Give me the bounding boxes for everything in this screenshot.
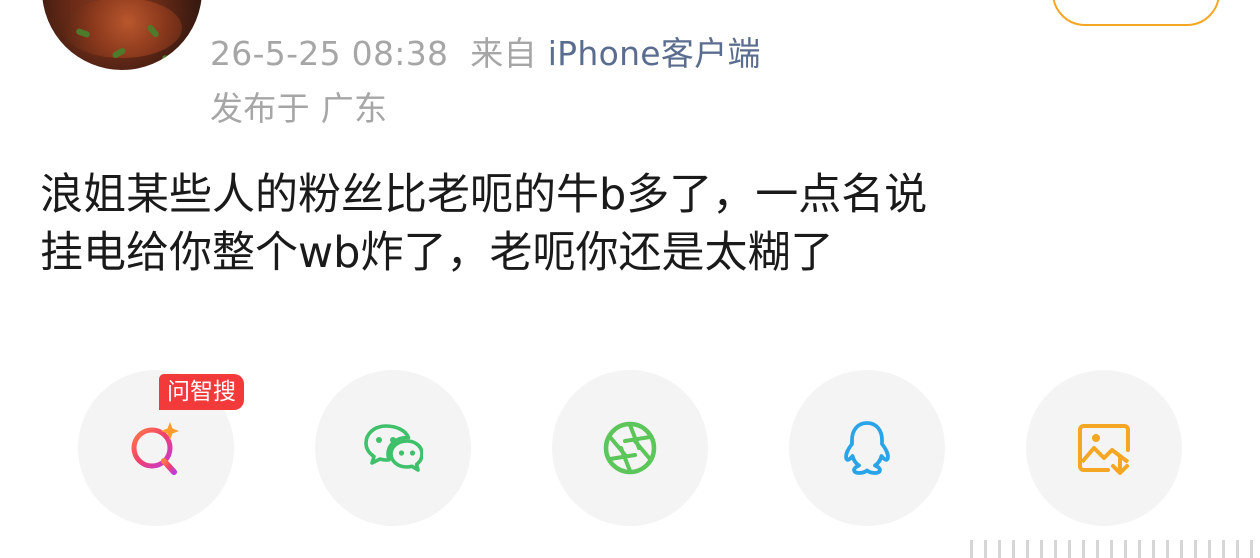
post-time: 26-5-25 08:38 — [210, 34, 449, 73]
scroll-indicator — [970, 540, 1260, 558]
post-source-prefix: 来自 — [470, 34, 537, 73]
wechat-icon — [364, 424, 423, 472]
save-image-button[interactable] — [1026, 370, 1182, 526]
qq-icon — [844, 421, 890, 475]
post-meta: 26-5-25 08:38 来自 iPhone客户端 — [210, 27, 761, 75]
search-ai-icon — [131, 422, 179, 475]
follow-button[interactable] — [1052, 0, 1220, 26]
share-qq-button[interactable] — [789, 370, 945, 526]
post-device-link[interactable]: iPhone客户端 — [548, 34, 761, 73]
post-text: 浪姐某些人的粉丝比老呃的牛b多了，一点名说 挂电给你整个wb炸了，老呃你还是太糊… — [40, 170, 928, 278]
moments-icon — [603, 421, 657, 475]
share-moments-button[interactable] — [552, 370, 708, 526]
avatar[interactable] — [42, 0, 202, 70]
ai-search-badge: 问智搜 — [159, 374, 244, 410]
post-location: 发布于 广东 — [210, 89, 388, 128]
save-image-icon — [1078, 424, 1130, 475]
avatar-decoration — [161, 54, 177, 64]
share-wechat-button[interactable] — [315, 370, 471, 526]
